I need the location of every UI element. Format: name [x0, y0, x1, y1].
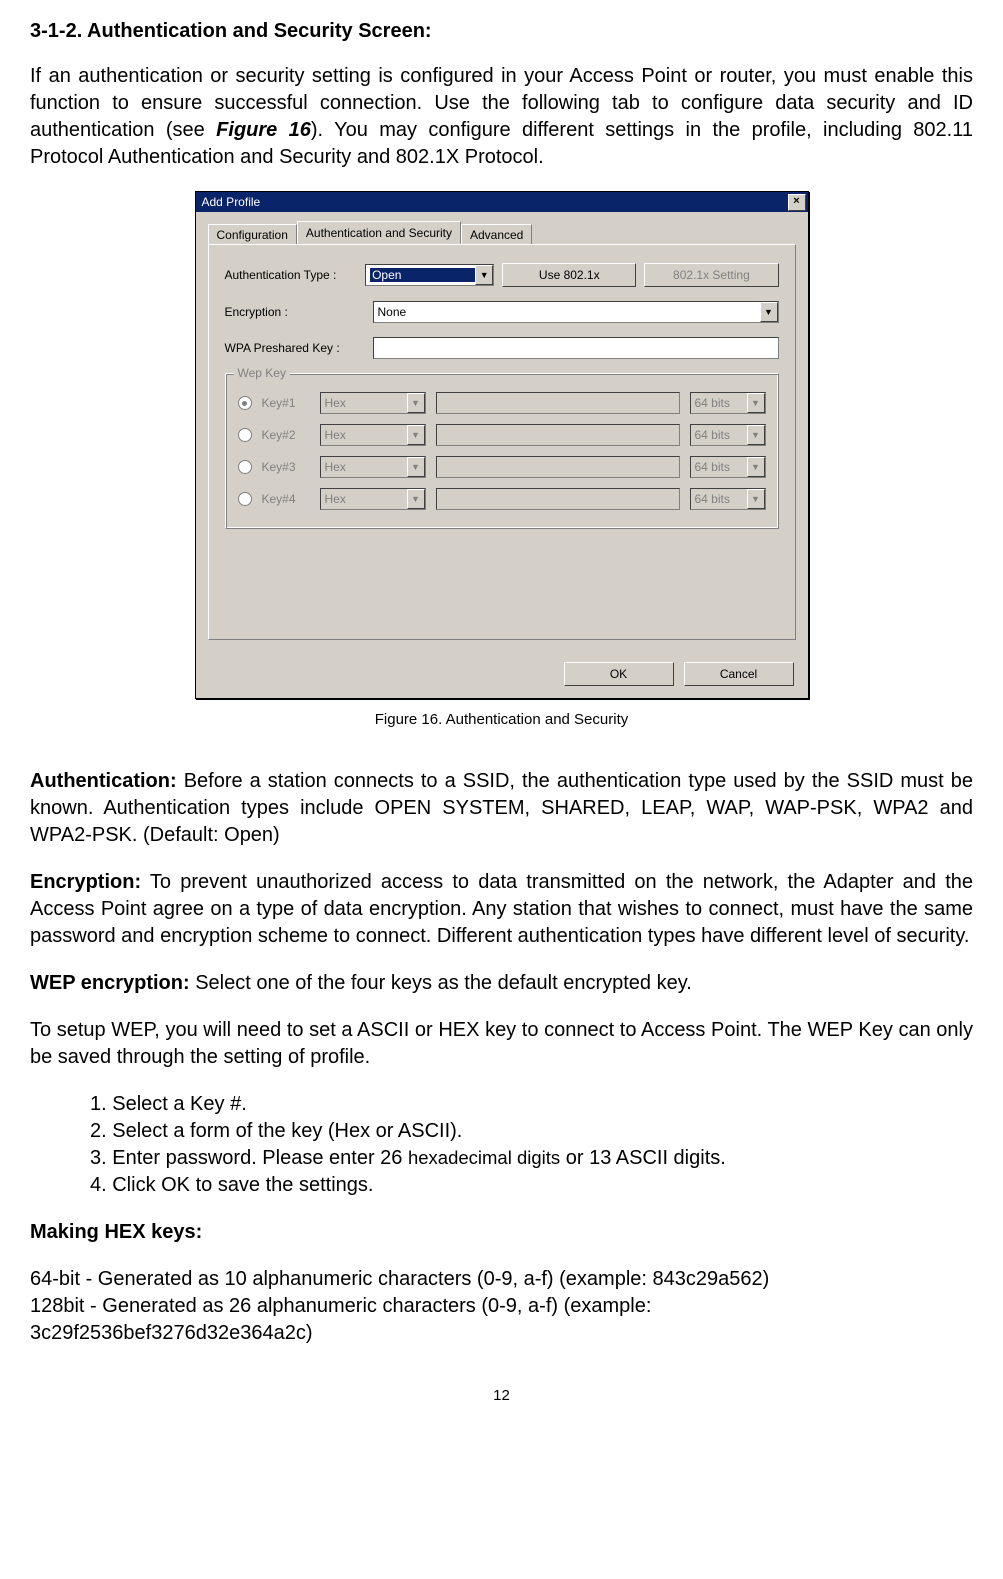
tab-configuration[interactable]: Configuration [208, 224, 297, 245]
radio-key1[interactable] [238, 396, 252, 410]
key3-bits-value: 64 bits [695, 460, 747, 474]
label-encryption: Encryption : [225, 305, 365, 319]
text-encryption: To prevent unauthorized access to data t… [30, 871, 973, 947]
dialog-titlebar: Add Profile × [196, 192, 808, 212]
select-key1-format[interactable]: Hex▼ [320, 392, 426, 414]
radio-key4[interactable] [238, 492, 252, 506]
dialog-title: Add Profile [202, 195, 788, 209]
step-3-pre: 3. Enter password. Please enter 26 [90, 1147, 408, 1169]
select-key1-bits[interactable]: 64 bits▼ [690, 392, 766, 414]
step-4: 4. Click OK to save the settings. [90, 1172, 973, 1199]
chevron-down-icon: ▼ [747, 425, 765, 445]
input-key1[interactable] [436, 392, 680, 414]
label-key1: Key#1 [262, 396, 310, 410]
chevron-down-icon: ▼ [747, 457, 765, 477]
intro-paragraph: If an authentication or security setting… [30, 63, 973, 171]
label-key3: Key#3 [262, 460, 310, 474]
wep-row-2: Key#2 Hex▼ 64 bits▼ [238, 424, 766, 446]
radio-key3[interactable] [238, 460, 252, 474]
label-encryption-heading: Encryption: [30, 871, 141, 893]
para-authentication: Authentication: Before a station connect… [30, 768, 973, 849]
tab-panel: Authentication Type : Open ▼ Use 802.1x … [208, 244, 796, 640]
label-wpa-psk: WPA Preshared Key : [225, 341, 365, 355]
key2-format-value: Hex [325, 428, 407, 442]
chevron-down-icon: ▼ [407, 425, 425, 445]
close-button[interactable]: × [788, 194, 806, 211]
select-encryption-value: None [378, 305, 760, 319]
cancel-button[interactable]: Cancel [684, 662, 794, 686]
step-3-post: or 13 ASCII digits. [560, 1147, 726, 1169]
8021x-setting-button[interactable]: 802.1x Setting [644, 263, 778, 287]
step-1: 1. Select a Key #. [90, 1091, 973, 1118]
step-3-mid: hexadecimal digits [408, 1147, 560, 1168]
add-profile-dialog: Add Profile × Configuration Authenticati… [195, 191, 809, 699]
dialog-body: Configuration Authentication and Securit… [196, 212, 808, 652]
para-wep: WEP encryption: Select one of the four k… [30, 970, 973, 997]
step-3: 3. Enter password. Please enter 26 hexad… [90, 1145, 973, 1172]
key3-format-value: Hex [325, 460, 407, 474]
wep-key-group: Wep Key Key#1 Hex▼ 64 bits▼ Key#2 Hex▼ 6… [225, 373, 779, 529]
label-wep-heading: WEP encryption: [30, 972, 190, 994]
radio-dot-icon [242, 401, 247, 406]
input-key4[interactable] [436, 488, 680, 510]
input-key3[interactable] [436, 456, 680, 478]
figure-container: Add Profile × Configuration Authenticati… [30, 191, 973, 699]
chevron-down-icon: ▼ [760, 302, 778, 322]
wep-row-4: Key#4 Hex▼ 64 bits▼ [238, 488, 766, 510]
page-number: 12 [30, 1387, 973, 1404]
tab-advanced[interactable]: Advanced [461, 224, 532, 245]
key4-bits-value: 64 bits [695, 492, 747, 506]
input-wpa-psk[interactable] [373, 337, 779, 359]
hex-64bit: 64-bit - Generated as 10 alphanumeric ch… [30, 1266, 973, 1293]
select-auth-type[interactable]: Open ▼ [365, 264, 494, 286]
section-heading: 3-1-2. Authentication and Security Scree… [30, 20, 973, 43]
chevron-down-icon: ▼ [407, 489, 425, 509]
key1-bits-value: 64 bits [695, 396, 747, 410]
select-key2-format[interactable]: Hex▼ [320, 424, 426, 446]
label-key2: Key#2 [262, 428, 310, 442]
dialog-button-row: OK Cancel [196, 652, 808, 698]
ok-button[interactable]: OK [564, 662, 674, 686]
select-key2-bits[interactable]: 64 bits▼ [690, 424, 766, 446]
chevron-down-icon: ▼ [407, 393, 425, 413]
row-auth-type: Authentication Type : Open ▼ Use 802.1x … [225, 263, 779, 287]
wep-row-1: Key#1 Hex▼ 64 bits▼ [238, 392, 766, 414]
hex-128bit-b: 3c29f2536bef3276d32e364a2c) [30, 1320, 973, 1347]
text-wep: Select one of the four keys as the defau… [190, 972, 692, 994]
para-wep-setup: To setup WEP, you will need to set a ASC… [30, 1017, 973, 1071]
select-encryption[interactable]: None ▼ [373, 301, 779, 323]
select-key4-bits[interactable]: 64 bits▼ [690, 488, 766, 510]
wep-row-3: Key#3 Hex▼ 64 bits▼ [238, 456, 766, 478]
select-key3-format[interactable]: Hex▼ [320, 456, 426, 478]
hex-128bit-a: 128bit - Generated as 26 alphanumeric ch… [30, 1293, 973, 1320]
chevron-down-icon: ▼ [747, 489, 765, 509]
label-key4: Key#4 [262, 492, 310, 506]
key2-bits-value: 64 bits [695, 428, 747, 442]
chevron-down-icon: ▼ [747, 393, 765, 413]
label-hex-keys: Making HEX keys: [30, 1221, 202, 1243]
label-auth-type: Authentication Type : [225, 268, 358, 282]
select-key3-bits[interactable]: 64 bits▼ [690, 456, 766, 478]
tab-auth-security[interactable]: Authentication and Security [297, 221, 461, 244]
select-key4-format[interactable]: Hex▼ [320, 488, 426, 510]
select-auth-type-value: Open [370, 268, 475, 282]
figure-caption: Figure 16. Authentication and Security [30, 711, 973, 728]
tab-strip: Configuration Authentication and Securit… [208, 222, 796, 244]
figure-reference: Figure 16 [216, 119, 311, 141]
chevron-down-icon: ▼ [407, 457, 425, 477]
use-8021x-button[interactable]: Use 802.1x [502, 263, 636, 287]
step-2: 2. Select a form of the key (Hex or ASCI… [90, 1118, 973, 1145]
para-hex-heading: Making HEX keys: [30, 1219, 973, 1246]
wep-steps: 1. Select a Key #. 2. Select a form of t… [90, 1091, 973, 1199]
input-key2[interactable] [436, 424, 680, 446]
para-encryption: Encryption: To prevent unauthorized acce… [30, 869, 973, 950]
row-encryption: Encryption : None ▼ [225, 301, 779, 323]
label-authentication: Authentication: [30, 770, 177, 792]
key1-format-value: Hex [325, 396, 407, 410]
key4-format-value: Hex [325, 492, 407, 506]
radio-key2[interactable] [238, 428, 252, 442]
chevron-down-icon: ▼ [475, 265, 493, 285]
row-wpa-psk: WPA Preshared Key : [225, 337, 779, 359]
wep-group-title: Wep Key [234, 366, 290, 380]
